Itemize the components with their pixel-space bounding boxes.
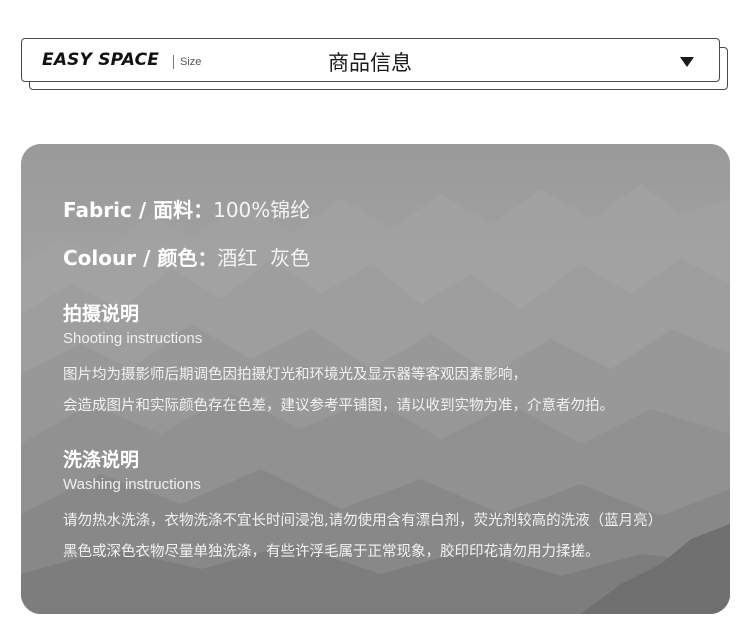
fabric-value: 100%锦纶 [213, 198, 311, 222]
washing-title: 洗涤说明 [63, 449, 140, 471]
brand-divider [173, 55, 174, 69]
washing-line-2: 黑色或深色衣物尽量单独洗涤，有些许浮毛属于正常现象，胶印印花请勿用力揉搓。 [63, 544, 600, 560]
info-content: Fabric / 面料：100%锦纶 Colour / 颜色：酒红 灰色 拍摄说… [63, 144, 723, 614]
colour-label: Colour / 颜色： [63, 246, 218, 270]
colour-row: Colour / 颜色：酒红 灰色 [63, 242, 310, 271]
washing-line-1: 请勿热水洗涤，衣物洗涤不宜长时间浸泡,请勿使用含有漂白剂，荧光剂较高的洗液（蓝月… [63, 513, 663, 529]
shooting-line-1: 图片均为摄影师后期调色因拍摄灯光和环境光及显示器等客观因素影响， [63, 367, 527, 383]
colour-value: 酒红 灰色 [217, 246, 311, 270]
fabric-row: Fabric / 面料：100%锦纶 [63, 194, 310, 223]
section-header: EASY SPACE Size 商品信息 [21, 38, 728, 90]
triangle-down-icon[interactable] [680, 57, 694, 67]
shooting-subtitle: Shooting instructions [63, 330, 203, 347]
shooting-title: 拍摄说明 [63, 303, 140, 325]
product-info-page: EASY SPACE Size 商品信息 Fabric / 面料：100%锦纶 … [0, 0, 750, 643]
washing-subtitle: Washing instructions [63, 476, 201, 493]
section-title: 商品信息 [328, 51, 412, 75]
brand-logo: EASY SPACE [42, 50, 160, 70]
size-label: Size [180, 56, 202, 68]
info-card: Fabric / 面料：100%锦纶 Colour / 颜色：酒红 灰色 拍摄说… [21, 144, 730, 614]
shooting-line-2: 会造成图片和实际颜色存在色差，建议参考平铺图，请以收到实物为准，介意者勿拍。 [63, 398, 614, 414]
fabric-label: Fabric / 面料： [63, 198, 214, 222]
header-bar[interactable]: EASY SPACE Size 商品信息 [21, 38, 720, 82]
